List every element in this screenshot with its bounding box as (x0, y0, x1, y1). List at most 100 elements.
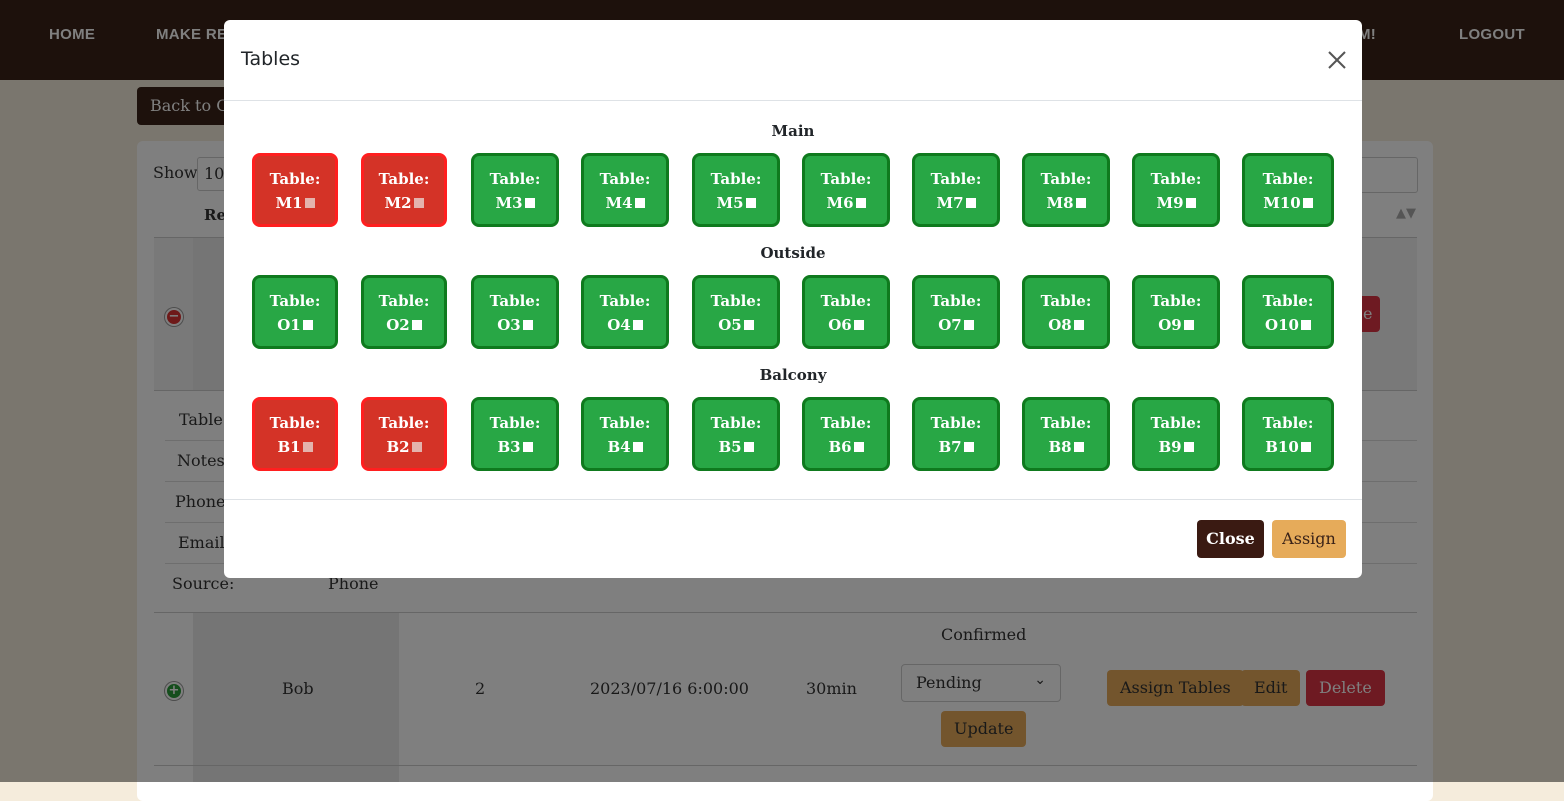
checkbox-icon[interactable] (1302, 198, 1313, 208)
table-grid-balcony: Table: B1 Table: B2 Table: B3 Table: B4 Table: B5… (252, 397, 1334, 471)
checkbox-icon[interactable] (743, 320, 754, 330)
table-id-line: O2 (364, 316, 444, 334)
table-button-b2[interactable]: Table: B2 (361, 397, 447, 471)
table-id: O2 (386, 316, 410, 334)
checkbox-icon[interactable] (522, 442, 533, 452)
checkbox-icon[interactable] (304, 198, 315, 208)
checkbox-icon[interactable] (963, 320, 974, 330)
table-label: Table: (1040, 292, 1092, 310)
table-id: M3 (495, 194, 523, 212)
table-button-b1[interactable]: Table: B1 (252, 397, 338, 471)
table-button-o3[interactable]: Table: O3 (471, 275, 559, 349)
table-label: Table: (599, 414, 651, 432)
section-title-outside: Outside (760, 244, 826, 262)
checkbox-icon[interactable] (413, 198, 424, 208)
table-button-b3[interactable]: Table: B3 (471, 397, 559, 471)
close-icon[interactable] (1326, 49, 1348, 71)
close-button[interactable]: Close (1197, 520, 1264, 558)
table-button-m10[interactable]: Table: M10 (1242, 153, 1334, 227)
table-label: Table: (269, 170, 321, 188)
section-title-main: Main (771, 122, 815, 140)
table-button-o5[interactable]: Table: O5 (692, 275, 780, 349)
checkbox-icon[interactable] (302, 320, 313, 330)
table-id: O3 (497, 316, 521, 334)
table-button-m6[interactable]: Table: M6 (802, 153, 890, 227)
table-label: Table: (710, 414, 762, 432)
checkbox-icon[interactable] (1183, 442, 1194, 452)
table-id: O4 (607, 316, 631, 334)
table-label: Table: (1262, 170, 1314, 188)
checkbox-icon[interactable] (743, 442, 754, 452)
checkbox-icon[interactable] (963, 442, 974, 452)
table-id-line: M9 (1135, 194, 1217, 212)
checkbox-icon[interactable] (853, 442, 864, 452)
table-button-o6[interactable]: Table: O6 (802, 275, 890, 349)
checkbox-icon[interactable] (1073, 442, 1084, 452)
table-button-m3[interactable]: Table: M3 (471, 153, 559, 227)
table-id: B3 (497, 438, 521, 456)
checkbox-icon[interactable] (411, 442, 422, 452)
table-label: Table: (1150, 414, 1202, 432)
table-id-line: B2 (364, 438, 444, 456)
table-id-line: M10 (1245, 194, 1331, 212)
checkbox-icon[interactable] (522, 320, 533, 330)
tables-modal: Tables Main Table: M1 Table: M2 Table: M3 Table… (224, 20, 1362, 578)
table-button-b7[interactable]: Table: B7 (912, 397, 1000, 471)
table-label: Table: (1150, 170, 1202, 188)
checkbox-icon[interactable] (1300, 320, 1311, 330)
table-id: O6 (828, 316, 852, 334)
table-button-o2[interactable]: Table: O2 (361, 275, 447, 349)
table-button-b8[interactable]: Table: B8 (1022, 397, 1110, 471)
checkbox-icon[interactable] (853, 320, 864, 330)
table-button-m4[interactable]: Table: M4 (581, 153, 669, 227)
table-label: Table: (1040, 414, 1092, 432)
table-button-b6[interactable]: Table: B6 (802, 397, 890, 471)
table-button-o8[interactable]: Table: O8 (1022, 275, 1110, 349)
checkbox-icon[interactable] (965, 198, 976, 208)
checkbox-icon[interactable] (634, 198, 645, 208)
checkbox-icon[interactable] (1185, 198, 1196, 208)
checkbox-icon[interactable] (1183, 320, 1194, 330)
modal-header: Tables (224, 20, 1362, 101)
table-button-m1[interactable]: Table: M1 (252, 153, 338, 227)
table-id: M5 (716, 194, 744, 212)
table-button-o9[interactable]: Table: O9 (1132, 275, 1220, 349)
checkbox-icon[interactable] (855, 198, 866, 208)
checkbox-icon[interactable] (1300, 442, 1311, 452)
table-label: Table: (820, 292, 872, 310)
table-button-o7[interactable]: Table: O7 (912, 275, 1000, 349)
table-label: Table: (1040, 170, 1092, 188)
checkbox-icon[interactable] (524, 198, 535, 208)
table-button-m9[interactable]: Table: M9 (1132, 153, 1220, 227)
table-button-o1[interactable]: Table: O1 (252, 275, 338, 349)
table-grid-outside: Table: O1 Table: O2 Table: O3 Table: O4 Table: O5… (252, 275, 1334, 349)
table-button-o4[interactable]: Table: O4 (581, 275, 669, 349)
table-id: O8 (1048, 316, 1072, 334)
checkbox-icon[interactable] (632, 320, 643, 330)
table-label: Table: (599, 170, 651, 188)
checkbox-icon[interactable] (632, 442, 643, 452)
table-button-m7[interactable]: Table: M7 (912, 153, 1000, 227)
section-title-balcony: Balcony (759, 366, 827, 384)
table-id: M2 (384, 194, 412, 212)
checkbox-icon[interactable] (411, 320, 422, 330)
checkbox-icon[interactable] (1073, 320, 1084, 330)
table-button-m5[interactable]: Table: M5 (692, 153, 780, 227)
table-button-b10[interactable]: Table: B10 (1242, 397, 1334, 471)
table-label: Table: (710, 170, 762, 188)
checkbox-icon[interactable] (302, 442, 313, 452)
table-button-b4[interactable]: Table: B4 (581, 397, 669, 471)
table-id: M6 (826, 194, 854, 212)
table-id: B4 (607, 438, 631, 456)
table-button-m8[interactable]: Table: M8 (1022, 153, 1110, 227)
table-button-b9[interactable]: Table: B9 (1132, 397, 1220, 471)
table-button-b5[interactable]: Table: B5 (692, 397, 780, 471)
checkbox-icon[interactable] (745, 198, 756, 208)
assign-button[interactable]: Assign (1272, 520, 1346, 558)
table-id-line: O7 (915, 316, 997, 334)
table-button-m2[interactable]: Table: M2 (361, 153, 447, 227)
table-label: Table: (820, 414, 872, 432)
table-id-line: M4 (584, 194, 666, 212)
checkbox-icon[interactable] (1075, 198, 1086, 208)
table-button-o10[interactable]: Table: O10 (1242, 275, 1334, 349)
